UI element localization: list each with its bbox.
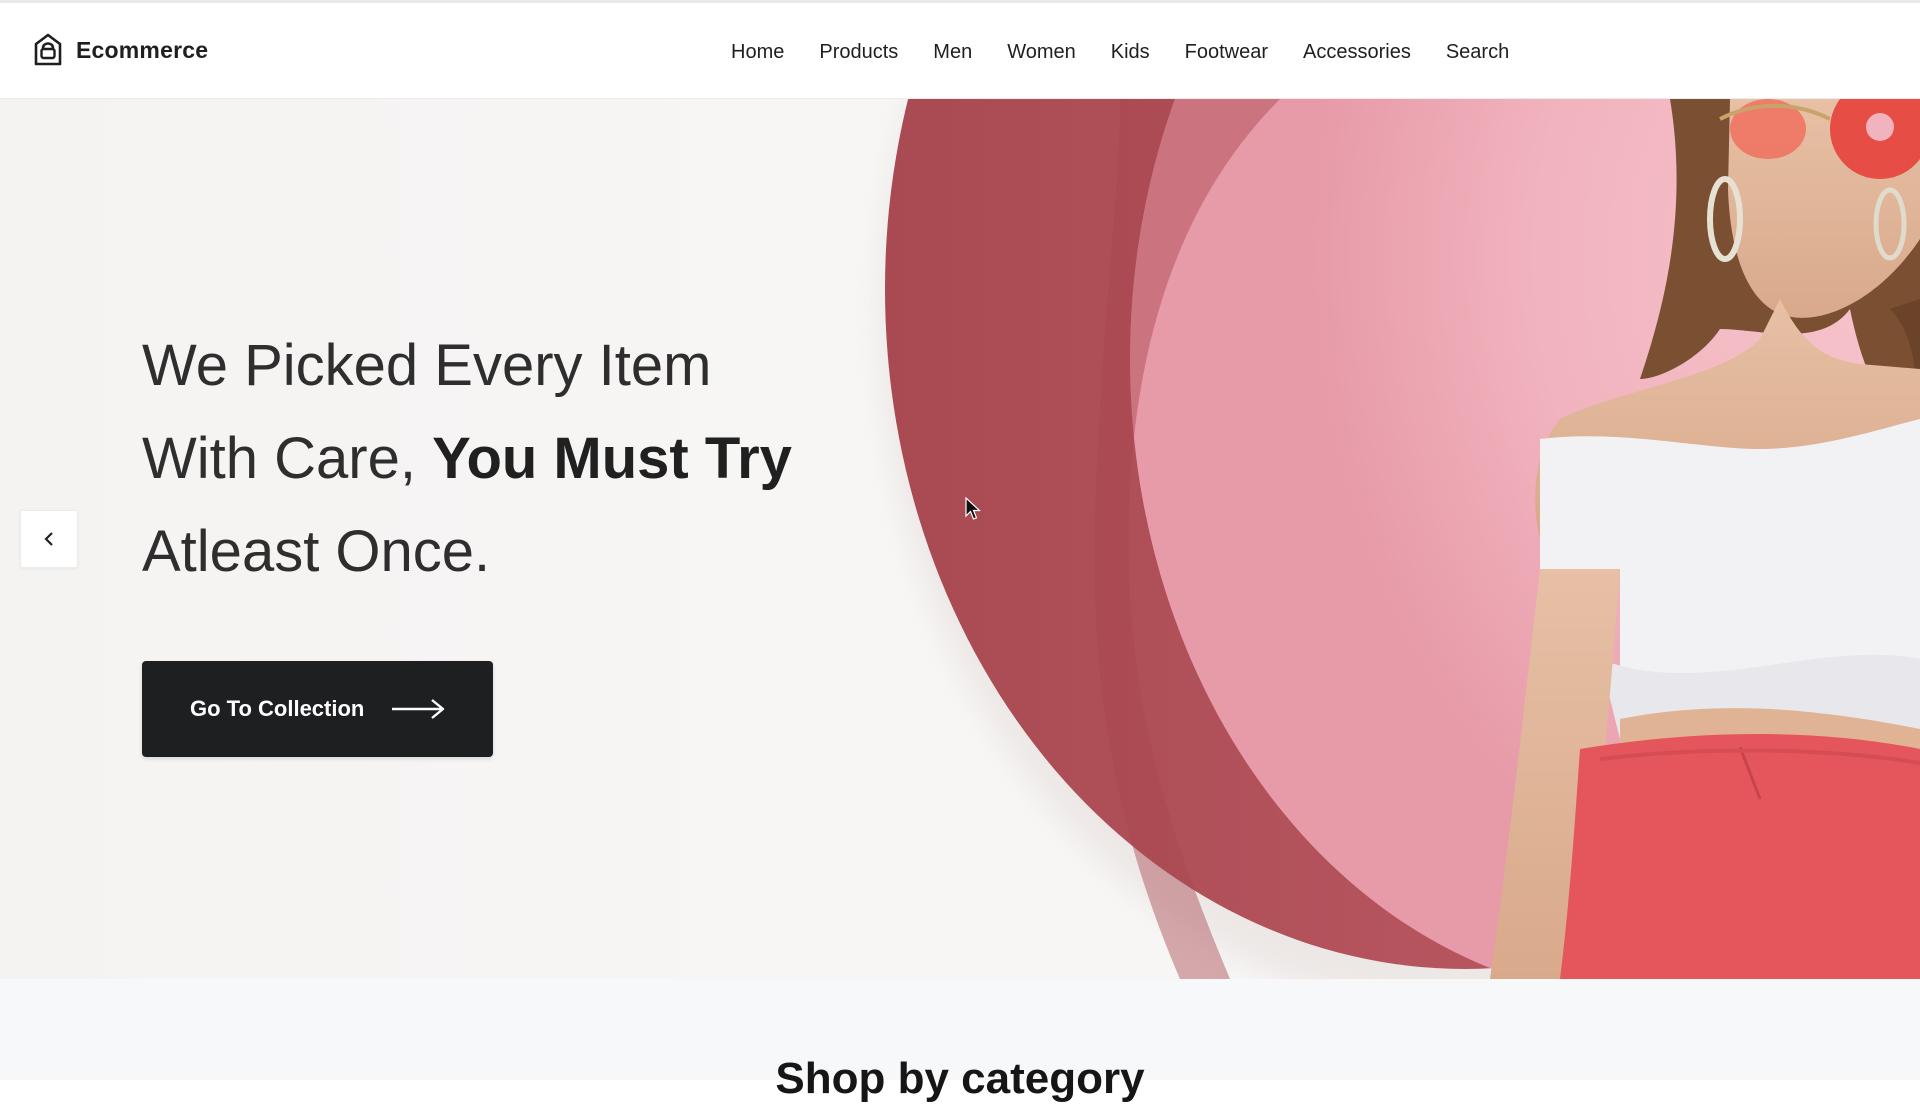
headline-line-2: With Care, [142,426,433,491]
shopping-bag-icon [34,33,62,66]
nav-item-kids[interactable]: Kids [1111,41,1150,64]
nav-item-accessories[interactable]: Accessories [1303,41,1411,64]
nav-item-products[interactable]: Products [819,41,898,64]
hero-headline: We Picked Every Item With Care, You Must… [142,319,792,598]
category-title: Shop by category [775,1054,1145,1103]
go-to-collection-button[interactable]: Go To Collection [142,661,493,757]
nav-item-men[interactable]: Men [933,41,972,64]
site-header: Ecommerce Home Products Men Women Kids F… [0,3,1920,99]
nav-item-footwear[interactable]: Footwear [1185,41,1268,64]
brand-name: Ecommerce [76,36,209,63]
cta-label: Go To Collection [190,696,365,721]
slider-prev-button[interactable] [20,510,78,568]
headline-emphasis: You Must Try [432,426,792,491]
nav-item-home[interactable]: Home [731,41,784,64]
brand-logo[interactable]: Ecommerce [32,33,208,67]
category-section: Shop by category [0,979,1920,1103]
nav-item-search[interactable]: Search [1446,41,1509,64]
headline-line-1: We Picked Every Item [142,333,712,398]
main-nav: Home Products Men Women Kids Footwear Ac… [731,41,1509,64]
nav-item-women[interactable]: Women [1007,41,1076,64]
chevron-left-icon [44,532,53,546]
mouse-cursor-icon [965,497,981,520]
headline-line-3: Atleast Once. [142,519,491,584]
hero-slider: We Picked Every Item With Care, You Must… [0,99,1920,979]
arrow-right-icon [392,699,445,719]
